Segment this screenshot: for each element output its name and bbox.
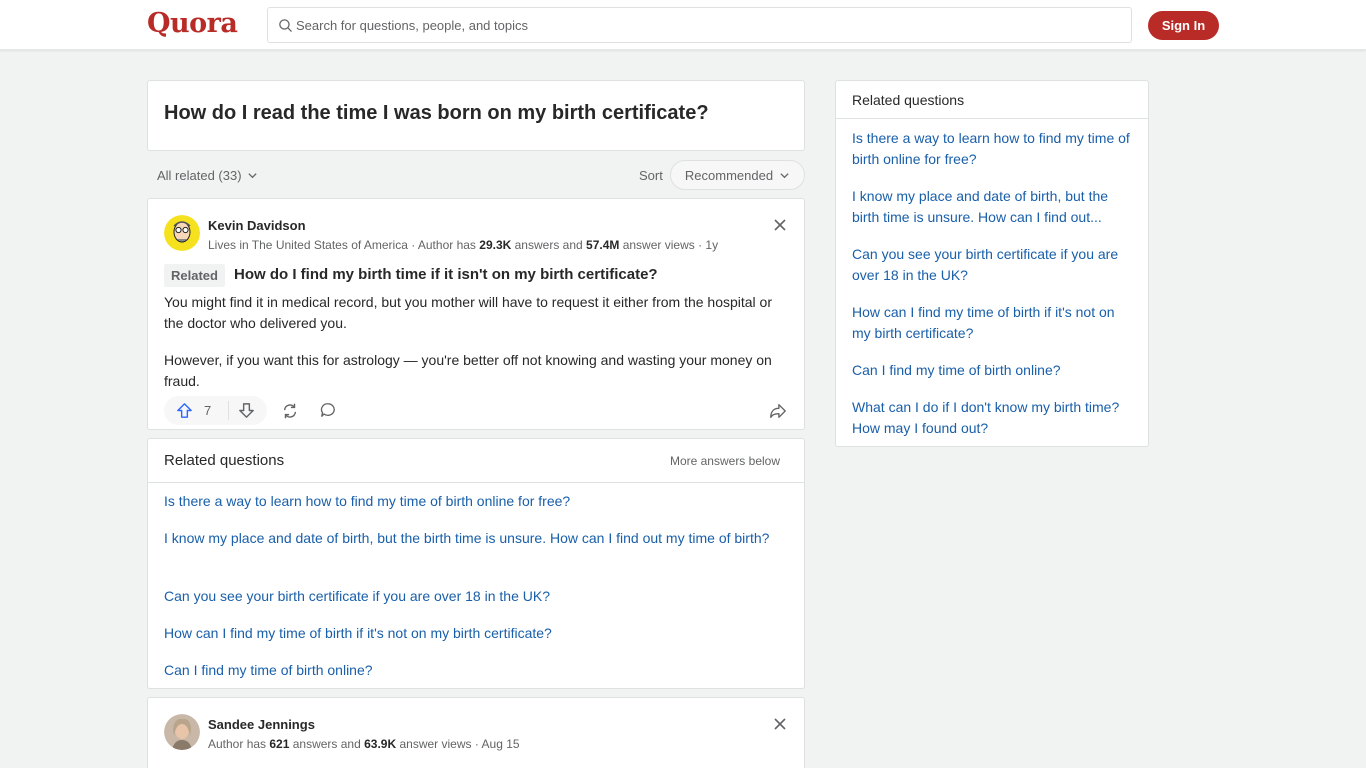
answer-paragraph: You might find it in medical record, but… [164, 294, 773, 331]
sidebar-question-link[interactable]: Can I find my time of birth online? [852, 360, 1137, 381]
sort-dropdown[interactable]: Recommended [670, 160, 805, 190]
question-title: How do I read the time I was born on my … [164, 102, 709, 124]
answer-card: Sandee Jennings Author has 621 answers a… [147, 697, 805, 768]
sidebar-question-link[interactable]: I know my place and date of birth, but t… [852, 186, 1137, 228]
chevron-down-icon [780, 172, 789, 178]
reshare-icon[interactable] [281, 402, 299, 420]
related-questions-header: Related questions More answers below [148, 439, 804, 483]
related-question-link[interactable]: Is there a way to learn how to find my t… [164, 491, 789, 512]
answer-paragraph: However, if you want this for astrology … [164, 352, 772, 389]
answer-card: Kevin Davidson Lives in The United State… [147, 198, 805, 430]
search-input[interactable] [296, 8, 1116, 42]
search-icon [279, 19, 292, 32]
related-questions-card: Related questions More answers below Is … [147, 438, 805, 689]
related-questions-title: Related questions [164, 452, 285, 469]
author-name[interactable]: Sandee Jennings [208, 717, 315, 732]
close-icon[interactable] [772, 716, 788, 732]
sort-value: Recommended [684, 167, 774, 183]
related-question-link[interactable]: I know my place and date of birth, but t… [164, 528, 789, 549]
sidebar-question-link[interactable]: How can I find my time of birth if it's … [852, 302, 1137, 344]
related-badge: Related [164, 264, 225, 287]
chevron-down-icon [247, 173, 257, 179]
related-question-link[interactable]: Can I find my time of birth online? [164, 660, 789, 681]
downvote-icon[interactable] [237, 401, 256, 420]
sidebar-related-questions: Related questions Is there a way to lear… [835, 80, 1149, 447]
upvote-count: 7 [204, 403, 212, 418]
comment-icon[interactable] [320, 402, 336, 418]
related-question-link[interactable]: Can you see your birth certificate if yo… [164, 586, 789, 607]
all-related-dropdown[interactable]: All related (33) [157, 168, 258, 183]
related-question-link[interactable]: How can I find my time of birth if it's … [164, 623, 789, 644]
avatar[interactable] [164, 215, 200, 251]
avatar[interactable] [164, 714, 200, 750]
close-icon[interactable] [772, 217, 788, 233]
filter-row: All related (33) Sort Recommended [147, 160, 805, 190]
top-header: Quora Sign In [0, 0, 1366, 50]
author-name[interactable]: Kevin Davidson [208, 218, 306, 233]
share-icon[interactable] [769, 402, 787, 420]
sidebar-question-link[interactable]: What can I do if I don't know my birth t… [852, 397, 1137, 439]
search-box[interactable] [267, 7, 1132, 43]
vote-controls: 7 [164, 396, 267, 425]
author-credentials: Author has 621 answers and 63.9K answer … [208, 737, 520, 751]
more-answers-below: More answers below [669, 454, 780, 468]
sort-label: Sort [639, 168, 663, 183]
all-related-label: All related (33) [157, 168, 242, 183]
sidebar-title: Related questions [852, 92, 965, 108]
upvote-icon[interactable] [175, 401, 194, 420]
sidebar-question-link[interactable]: Can you see your birth certificate if yo… [852, 244, 1137, 286]
vote-divider [228, 401, 229, 420]
sidebar-header: Related questions [836, 81, 1148, 119]
sidebar-question-link[interactable]: Is there a way to learn how to find my t… [852, 128, 1137, 170]
avatar-photo-icon [164, 714, 200, 750]
question-card: How do I read the time I was born on my … [147, 80, 805, 151]
author-credentials: Lives in The United States of America · … [208, 238, 719, 252]
sign-in-button[interactable]: Sign In [1148, 11, 1219, 40]
related-question-title[interactable]: How do I find my birth time if it isn't … [234, 266, 658, 283]
avatar-cartoon-icon [164, 215, 200, 251]
quora-logo[interactable]: Quora [147, 8, 238, 39]
